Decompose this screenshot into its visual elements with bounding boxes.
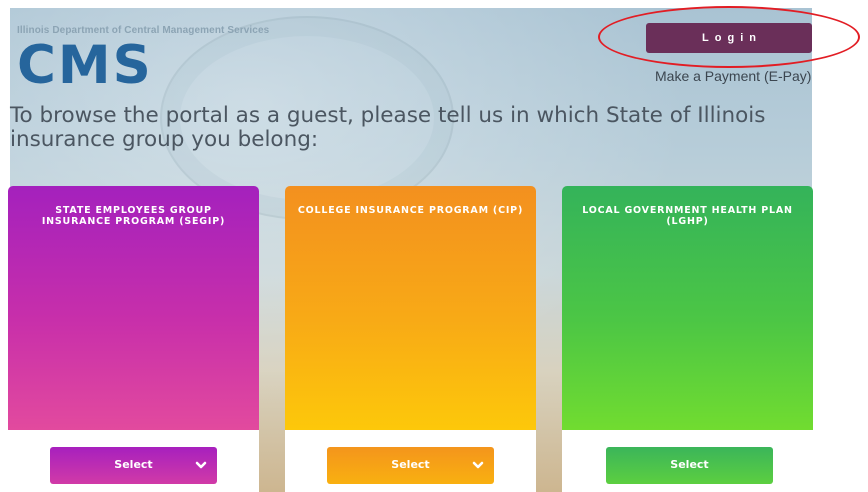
make-payment-link[interactable]: Make a Payment (E-Pay): [655, 68, 811, 84]
group-title-segip: STATE EMPLOYEES GROUP INSURANCE PROGRAM …: [41, 205, 226, 227]
select-label: Select: [670, 458, 709, 471]
cms-logo[interactable]: CMS: [17, 38, 153, 94]
select-button-segip[interactable]: Select: [50, 447, 217, 484]
select-button-cip[interactable]: Select: [327, 447, 494, 484]
chevron-down-icon: [472, 461, 484, 469]
chevron-down-icon: [195, 461, 207, 469]
select-label: Select: [114, 458, 153, 471]
group-title-cip: COLLEGE INSURANCE PROGRAM (CIP): [297, 205, 524, 216]
group-card-cip: COLLEGE INSURANCE PROGRAM (CIP): [285, 186, 536, 430]
select-button-lghp[interactable]: Select: [606, 447, 773, 484]
group-title-lghp: LOCAL GOVERNMENT HEALTH PLAN (LGHP): [582, 205, 793, 227]
group-card-segip: STATE EMPLOYEES GROUP INSURANCE PROGRAM …: [8, 186, 259, 430]
select-label: Select: [391, 458, 430, 471]
login-button[interactable]: Login: [646, 23, 812, 53]
guest-prompt: To browse the portal as a guest, please …: [10, 103, 766, 152]
group-card-lghp: LOCAL GOVERNMENT HEALTH PLAN (LGHP): [562, 186, 813, 430]
